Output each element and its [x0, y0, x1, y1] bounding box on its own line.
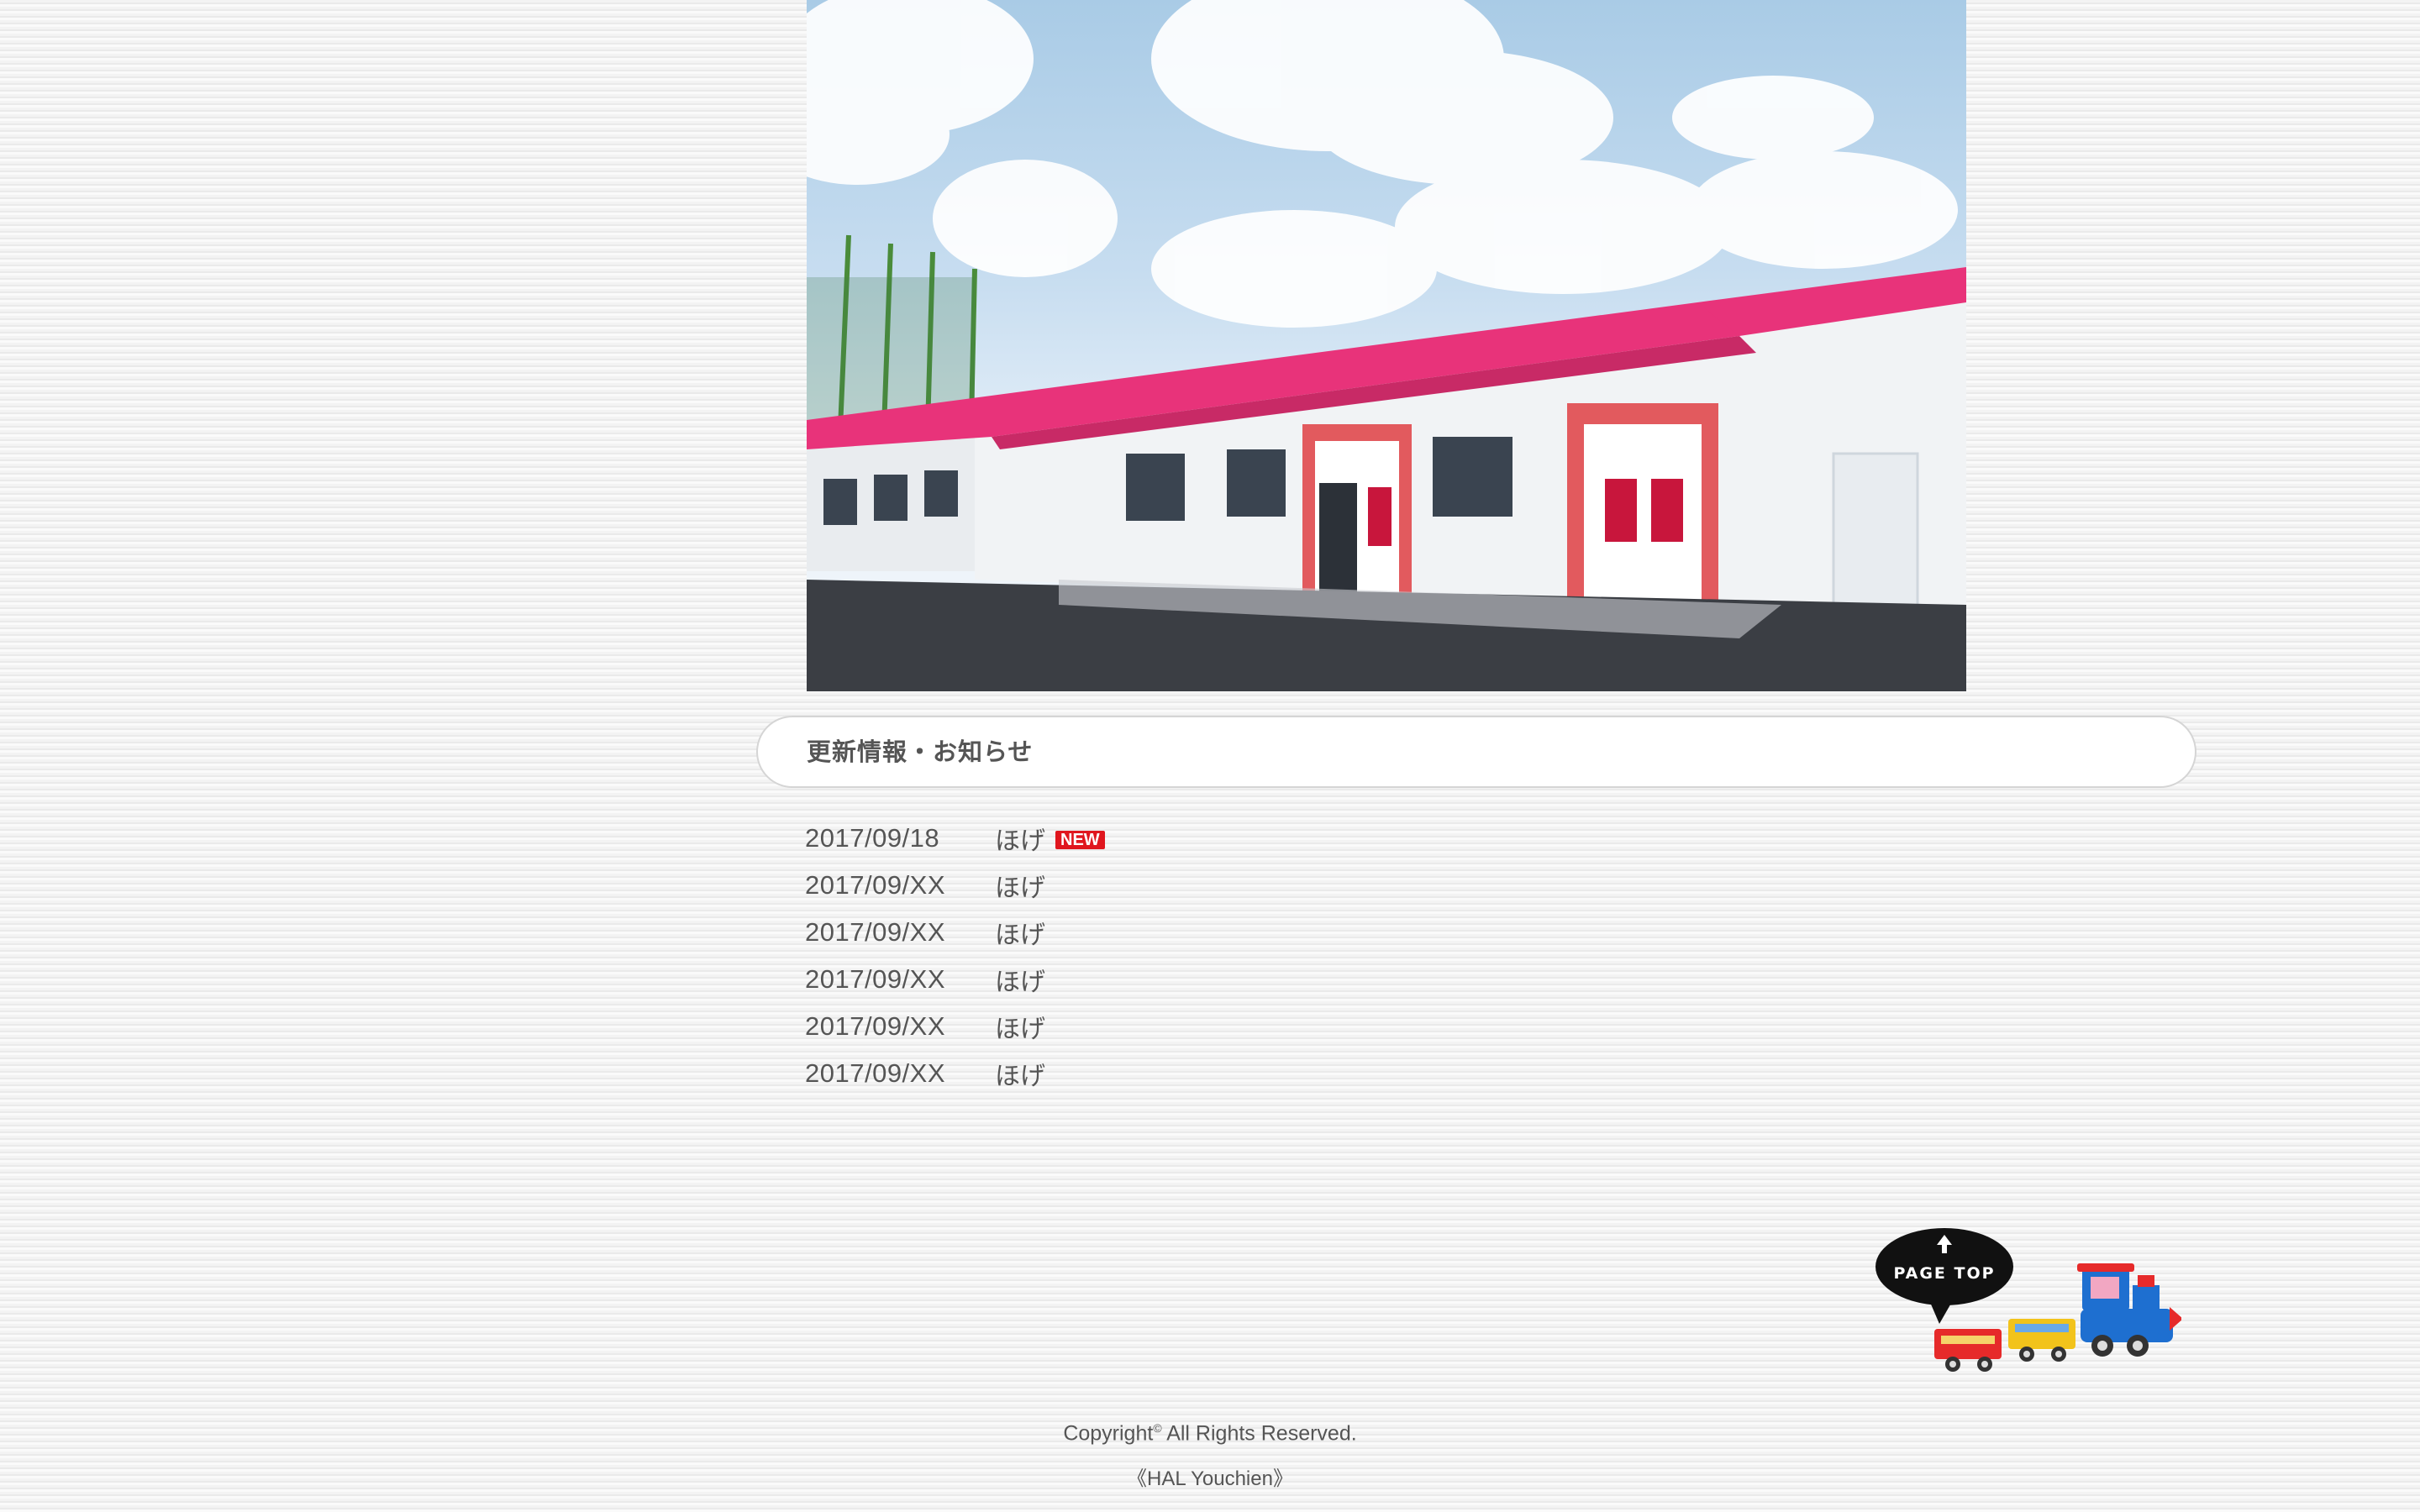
news-date: 2017/09/18 — [805, 823, 940, 853]
building-photo — [807, 0, 1966, 691]
copyright-text: Copyright© All Rights Reserved. — [0, 1421, 2420, 1446]
news-date: 2017/09/XX — [805, 870, 946, 900]
news-list: 2017/09/18 ほげ NEW 2017/09/XX ほげ 2017/09/… — [805, 815, 1105, 1097]
news-date: 2017/09/XX — [805, 1058, 946, 1088]
news-item[interactable]: 2017/09/XX ほげ — [805, 956, 1105, 1003]
news-item[interactable]: 2017/09/18 ほげ NEW — [805, 815, 1105, 862]
site-name: 《HAL Youchien》 — [1127, 1467, 1293, 1490]
news-item[interactable]: 2017/09/XX ほげ — [805, 1003, 1105, 1050]
news-link[interactable]: ほげ — [995, 914, 1045, 951]
news-link[interactable]: ほげ — [995, 867, 1045, 904]
page-top-label: PAGE TOP — [1893, 1264, 1995, 1283]
copyright-suffix: All Rights Reserved. — [1161, 1421, 1357, 1446]
news-date: 2017/09/XX — [805, 1011, 946, 1041]
copyright-symbol: © — [1153, 1421, 1162, 1435]
page-top-button[interactable]: PAGE TOP — [1870, 1220, 2183, 1379]
news-item[interactable]: 2017/09/XX ほげ — [805, 1050, 1105, 1097]
new-badge: NEW — [1055, 831, 1105, 849]
copyright-prefix: Copyright — [1063, 1421, 1154, 1446]
hero-image — [807, 0, 1966, 691]
news-section-title: 更新情報・お知らせ — [807, 739, 1034, 766]
news-link[interactable]: ほげ — [995, 820, 1045, 857]
news-item[interactable]: 2017/09/XX ほげ — [805, 862, 1105, 909]
news-item[interactable]: 2017/09/XX ほげ — [805, 909, 1105, 956]
news-header-bar: 更新情報・お知らせ — [756, 716, 2196, 788]
news-date: 2017/09/XX — [805, 964, 946, 994]
news-date: 2017/09/XX — [805, 917, 946, 947]
train-icon: PAGE TOP — [1876, 1228, 2183, 1372]
news-link[interactable]: ほげ — [995, 1055, 1045, 1092]
news-link[interactable]: ほげ — [995, 1008, 1045, 1045]
news-link[interactable]: ほげ — [995, 961, 1045, 998]
